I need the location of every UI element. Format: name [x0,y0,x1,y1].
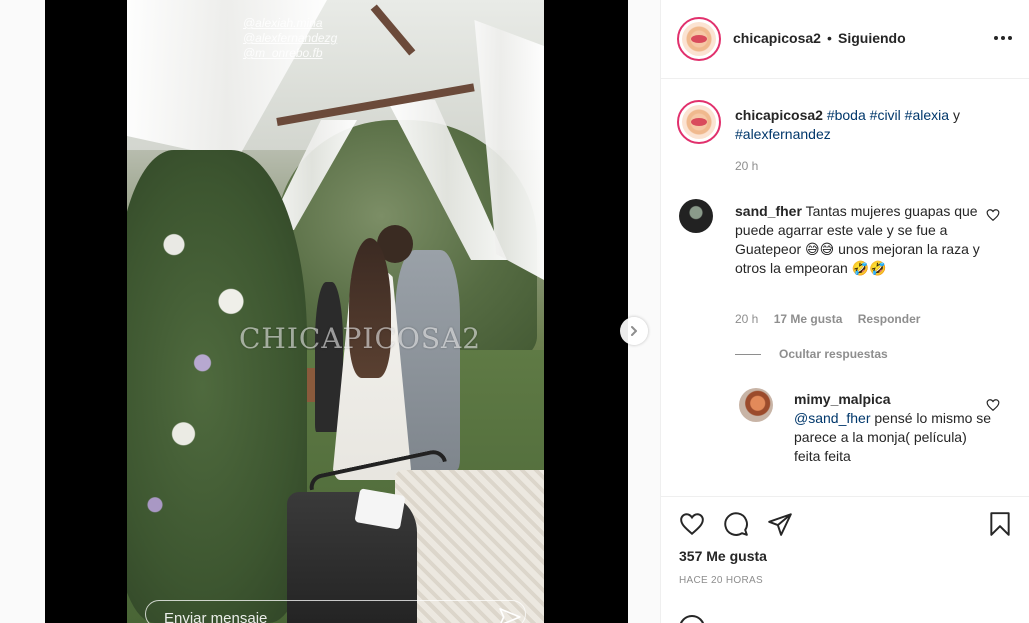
heart-icon[interactable] [986,398,1000,412]
story-mention: @alexiah.mina [243,16,323,30]
mention-link[interactable]: @sand_fher [794,410,870,426]
save-icon[interactable] [987,511,1013,537]
post-sidebar: chicapicosa2 • Siguiendo chicapicosa2 #b… [660,0,1029,623]
author-username[interactable]: chicapicosa2 [733,30,821,46]
comment-icon[interactable] [723,511,749,537]
story-reply-input[interactable]: Enviar mensaje [145,600,526,623]
reply-button[interactable]: Responder [858,312,921,326]
share-icon[interactable] [767,511,793,537]
photo-bride-hair [349,238,391,378]
commenter-username[interactable]: sand_fher [735,203,802,219]
post-actions: 357 Me gusta HACE 20 HORAS [661,496,1029,623]
emoji-icon[interactable] [679,615,705,623]
hashtag-link[interactable]: #civil [870,107,901,123]
heart-icon[interactable] [986,208,1000,222]
more-options-button[interactable] [991,28,1015,48]
avatar-lips-logo [682,22,716,56]
comment-likes[interactable]: 17 Me gusta [774,312,843,326]
heart-icon[interactable] [679,511,705,537]
replier-username[interactable]: mimy_malpica [794,391,891,407]
story-mentions: @alexiah.mina @alexfernandezg @m_onrebo.… [243,16,337,61]
post-timestamp: HACE 20 HORAS [679,575,763,586]
replies-divider [735,353,761,355]
author-avatar[interactable] [677,17,721,61]
story-mention: @m_onrebo.fb [243,46,323,60]
commenter-avatar[interactable] [679,199,713,233]
photo-stroller [257,447,457,623]
reply-text-block: mimy_malpica @sand_fher pensé lo mismo s… [794,390,994,466]
header-separator: • [827,30,832,46]
replier-avatar[interactable] [739,388,773,422]
caption-username[interactable]: chicapicosa2 [735,107,823,123]
send-icon[interactable] [499,608,521,623]
caption-conjunction: y [952,107,960,123]
comment-meta: 20 h 17 Me gusta Responder [735,312,932,326]
comment-timestamp: 20 h [735,312,759,326]
post-header: chicapicosa2 • Siguiendo [661,0,1029,79]
story-mention: @alexfernandezg [243,31,338,45]
hashtag-link[interactable]: #alexia [905,107,949,123]
hashtag-link[interactable]: #boda [827,107,866,123]
like-count[interactable]: 357 Me gusta [679,548,767,564]
hide-replies-label: Ocultar respuestas [779,347,888,361]
following-button[interactable]: Siguiendo [838,30,906,46]
story-reply-placeholder: Enviar mensaje [164,610,268,623]
caption-text: chicapicosa2 #boda #civil #alexia y #ale… [735,106,997,144]
caption-avatar[interactable] [677,100,721,144]
hide-replies-button[interactable]: Ocultar respuestas [735,347,888,361]
post-photo[interactable]: @alexiah.mina @alexfernandezg @m_onrebo.… [127,0,544,623]
post-media: @alexiah.mina @alexfernandezg @m_onrebo.… [0,0,660,623]
caption-timestamp: 20 h [735,159,759,173]
next-media-button[interactable] [620,317,648,345]
more-icon [994,36,1012,40]
comment-text-block: sand_fher Tantas mujeres guapas que pued… [735,202,997,278]
hashtag-link[interactable]: #alexfernandez [735,126,831,142]
avatar-lips-logo [682,105,716,139]
chevron-right-icon [631,326,637,336]
watermark: CHICAPICOSA2 [239,322,482,355]
